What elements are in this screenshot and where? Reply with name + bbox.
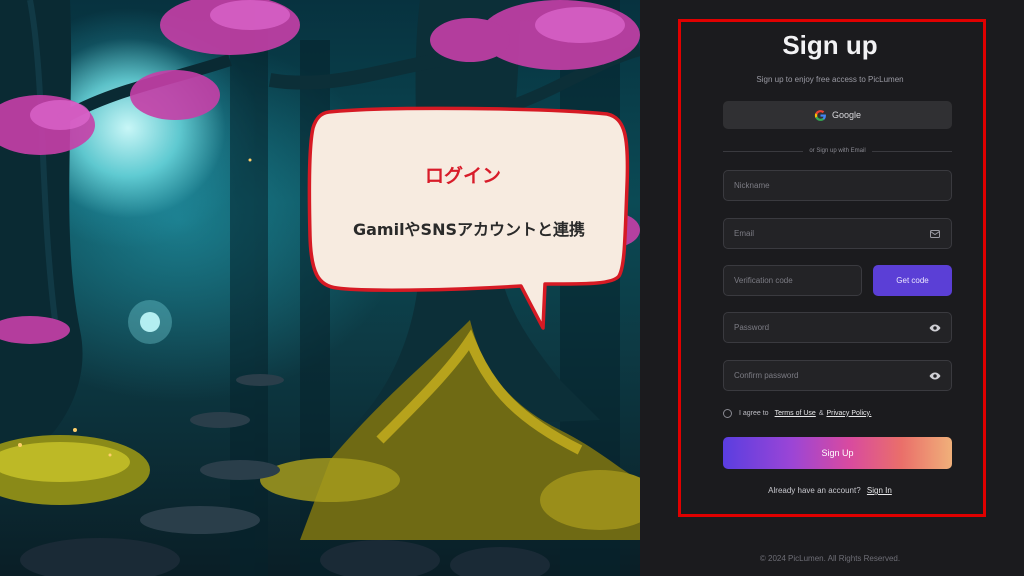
eye-icon[interactable]	[929, 322, 941, 334]
divider-line-right	[871, 150, 953, 152]
google-signin-button[interactable]: Google	[723, 101, 952, 129]
verification-code-field[interactable]: Verification code	[723, 265, 862, 296]
password-placeholder: Password	[734, 323, 770, 332]
google-button-label: Google	[831, 110, 862, 120]
signin-link[interactable]: Sign In	[867, 486, 892, 495]
verification-code-placeholder: Verification code	[734, 276, 793, 285]
confirm-password-field[interactable]: Confirm password	[723, 360, 952, 391]
or-divider: or Sign up with Email	[723, 146, 953, 156]
agree-prefix: I agree to	[739, 409, 769, 417]
email-icon	[930, 229, 940, 238]
email-field[interactable]: Email	[723, 218, 952, 249]
bubble-subtitle: GamilやSNSアカウントと連携	[352, 220, 585, 239]
already-text: Already have an account?	[768, 486, 861, 495]
password-field[interactable]: Password	[723, 312, 952, 343]
divider-line-left	[723, 150, 804, 152]
agree-and: &	[818, 409, 824, 417]
eye-icon[interactable]	[929, 370, 941, 382]
nickname-field[interactable]: Nickname	[723, 170, 952, 201]
get-code-button[interactable]: Get code	[873, 265, 952, 296]
speech-bubble: ログイン GamilやSNSアカウントと連携	[307, 106, 631, 330]
already-account: Already have an account? Sign In	[680, 486, 980, 495]
bubble-title: ログイン	[424, 165, 501, 187]
email-placeholder: Email	[734, 229, 755, 238]
terms-of-use-link[interactable]: Terms of Use	[775, 410, 816, 417]
agree-checkbox[interactable]	[723, 408, 732, 418]
confirm-password-placeholder: Confirm password	[734, 371, 799, 380]
google-icon	[814, 109, 826, 121]
divider-text: or Sign up with Email	[809, 148, 866, 154]
nickname-placeholder: Nickname	[734, 181, 770, 190]
footer-copyright: © 2024 PicLumen. All Rights Reserved.	[759, 554, 901, 563]
privacy-policy-link[interactable]: Privacy Policy.	[826, 410, 871, 417]
signup-button[interactable]: Sign Up	[723, 437, 952, 469]
page-subtitle: Sign up to enjoy free access to PicLumen	[756, 75, 904, 84]
page-title: Sign up	[782, 30, 878, 60]
terms-agreement: I agree to Terms of Use & Privacy Policy…	[723, 406, 871, 420]
